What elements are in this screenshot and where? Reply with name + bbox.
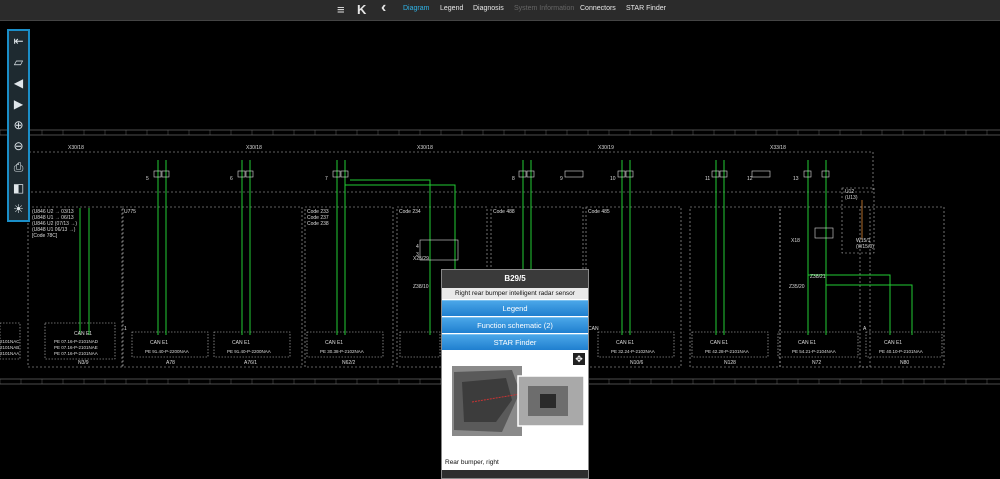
code-box-label: Code 485 bbox=[588, 209, 610, 215]
exit-icon[interactable]: ⇤ bbox=[10, 33, 27, 50]
left-edge-text: 2101NAB bbox=[0, 345, 19, 350]
pin-number: A bbox=[863, 326, 867, 332]
ecu-label[interactable]: N80 bbox=[900, 360, 909, 366]
part-number[interactable]: PE 32.24-P-2102NAA bbox=[611, 349, 655, 354]
misc-label: (W15/0) bbox=[856, 244, 874, 250]
part-number[interactable]: PE 91.40-P-2200NAA bbox=[145, 349, 189, 354]
pin-number: 7 bbox=[325, 176, 328, 182]
ecu-label[interactable]: N128 bbox=[724, 360, 736, 366]
print-icon[interactable]: ⎙ bbox=[10, 159, 27, 176]
star-finder-button[interactable]: STAR Finder bbox=[442, 334, 588, 350]
legend-button[interactable]: Legend bbox=[442, 300, 588, 316]
can-label: CAN E1 bbox=[150, 340, 168, 346]
misc-label: Z38/10 bbox=[413, 284, 429, 290]
misc-label: Z38/21 bbox=[810, 274, 826, 280]
can-label: CAN E1 bbox=[616, 340, 634, 346]
ecu-label[interactable]: N10/6 bbox=[630, 360, 644, 366]
next-icon[interactable]: ▶ bbox=[10, 96, 27, 113]
pin-number: 13 bbox=[793, 176, 799, 182]
tab-star-finder[interactable]: STAR Finder bbox=[626, 5, 666, 12]
zoom-out-icon[interactable]: ⊖ bbox=[10, 138, 27, 155]
menu-icon[interactable]: ≡ bbox=[337, 2, 345, 18]
code-box-label: Code 488 bbox=[493, 209, 515, 215]
can-label: CAN E1 bbox=[798, 340, 816, 346]
part-number[interactable]: PE 54.21-P-2104NAA bbox=[792, 349, 836, 354]
pin-number: 1 bbox=[124, 326, 127, 332]
brightness-icon[interactable]: ☀ bbox=[10, 201, 27, 218]
misc-label: (U13) bbox=[845, 195, 858, 201]
zoom-in-icon[interactable]: ⊕ bbox=[10, 117, 27, 134]
code-box-label: Code 238 bbox=[307, 221, 329, 227]
part-number[interactable]: PE 91.40-P-2200NAA bbox=[227, 349, 271, 354]
ecu-label[interactable]: A78 bbox=[166, 360, 175, 366]
ecu-label[interactable]: A76/1 bbox=[244, 360, 257, 366]
previous-icon[interactable]: ◀ bbox=[10, 75, 27, 92]
connector-label: X33/18 bbox=[770, 145, 786, 151]
top-nav-bar: ≡ K ‹ Diagram Legend Diagnosis System In… bbox=[0, 0, 1000, 21]
part-number[interactable]: PE 07.16-P-2101NAE bbox=[54, 345, 98, 350]
tab-legend[interactable]: Legend bbox=[440, 5, 463, 12]
tab-diagram[interactable]: Diagram bbox=[403, 5, 429, 12]
back-icon[interactable]: ‹ bbox=[381, 0, 386, 16]
pin-number: 11 bbox=[705, 176, 710, 182]
ecu-label[interactable]: N3/9 bbox=[78, 360, 89, 366]
can-label: CAN E1 bbox=[232, 340, 250, 346]
tab-connectors[interactable]: Connectors bbox=[580, 5, 616, 12]
can-label: CAN E1 bbox=[74, 331, 92, 337]
connector-label: X30/18 bbox=[246, 145, 262, 151]
pin-number: 10 bbox=[610, 176, 616, 182]
tab-system-information: System Information bbox=[514, 5, 575, 12]
fit-icon[interactable]: ▱ bbox=[10, 54, 27, 71]
connector-label: X30/18 bbox=[68, 145, 84, 151]
part-number[interactable]: PE 40.10-P-2101NAA bbox=[879, 349, 923, 354]
part-number[interactable]: PE 07.16-P-2101NAA bbox=[54, 351, 98, 356]
expand-icon[interactable]: ✥ bbox=[573, 353, 585, 365]
popup-title: B29/5 bbox=[442, 270, 588, 288]
code-box-label: U775 bbox=[124, 209, 136, 215]
pin-number: CAN bbox=[588, 326, 599, 332]
diagram-toolbar: ⇤ ▱ ◀ ▶ ⊕ ⊖ ⎙ ◧ ☀ bbox=[7, 29, 30, 222]
left-code-text: [Code 78C] bbox=[32, 233, 58, 239]
part-number[interactable]: PE 30.38-P-2102NAA bbox=[320, 349, 364, 354]
ecu-label[interactable]: N72 bbox=[812, 360, 821, 366]
code-box-label: Code 234 bbox=[399, 209, 421, 215]
left-edge-text: 2101NAC bbox=[0, 339, 20, 344]
logo-icon[interactable]: K bbox=[357, 2, 366, 18]
connector-label: X30/19 bbox=[598, 145, 614, 151]
connector-label: X30/18 bbox=[417, 145, 433, 151]
photo-caption: Rear bumper, right bbox=[442, 456, 588, 469]
can-label: CAN E1 bbox=[710, 340, 728, 346]
can-label: CAN E1 bbox=[325, 340, 343, 346]
function-schematic-button[interactable]: Function schematic (2) bbox=[442, 317, 588, 333]
pin-number: 3 bbox=[416, 252, 419, 258]
part-number[interactable]: PE 42.28-P-2101NAA bbox=[705, 349, 749, 354]
misc-label: Z35/20 bbox=[789, 284, 805, 290]
pin-number: 6 bbox=[230, 176, 233, 182]
pin-number: 12 bbox=[747, 176, 753, 182]
part-number[interactable]: PE 07.16-P-2101NAD bbox=[54, 339, 99, 344]
ecu-label[interactable]: N62/2 bbox=[342, 360, 356, 366]
popup-subtitle: Right rear bumper intelligent radar sens… bbox=[442, 288, 588, 299]
misc-label: X18 bbox=[791, 238, 800, 244]
component-photo: ✥ bbox=[442, 352, 588, 450]
pin-number: 8 bbox=[512, 176, 515, 182]
split-view-icon[interactable]: ◧ bbox=[10, 180, 27, 197]
tab-diagnosis[interactable]: Diagnosis bbox=[473, 5, 504, 12]
can-label: CAN E1 bbox=[884, 340, 902, 346]
component-popup: B29/5 Right rear bumper intelligent rada… bbox=[441, 269, 589, 479]
pin-number: 5 bbox=[146, 176, 149, 182]
pin-number: 9 bbox=[560, 176, 563, 182]
left-edge-text: 2101NAA bbox=[0, 351, 19, 356]
pin-number: 4 bbox=[416, 244, 419, 250]
